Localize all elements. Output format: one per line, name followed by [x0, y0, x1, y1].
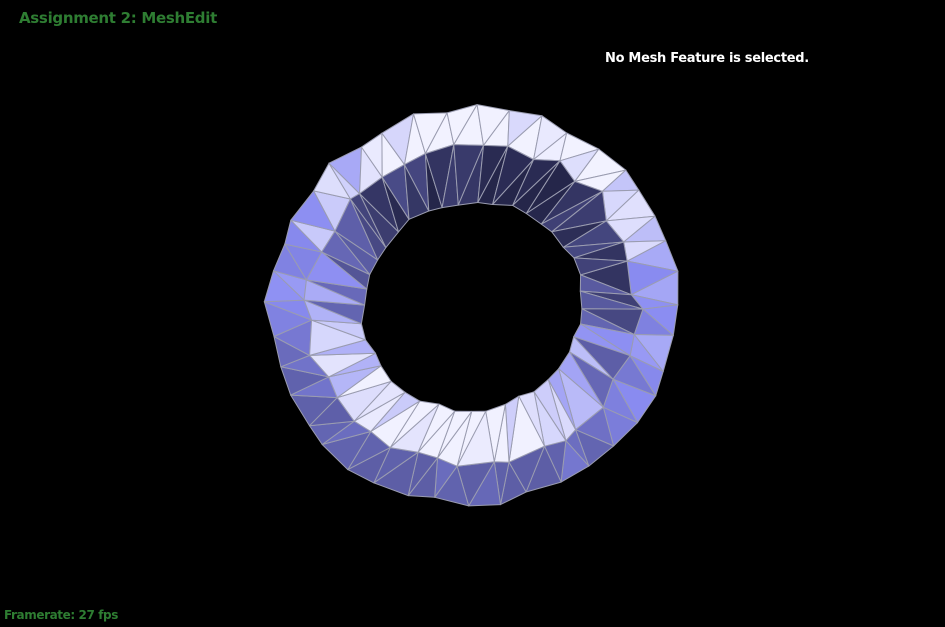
- 3d-viewport[interactable]: Assignment 2: MeshEdit No Mesh Feature i…: [0, 0, 945, 627]
- mesh-faces[interactable]: [263, 104, 679, 507]
- framerate-readout: Framerate: 27 fps: [4, 608, 118, 622]
- torus-mesh[interactable]: [0, 0, 945, 627]
